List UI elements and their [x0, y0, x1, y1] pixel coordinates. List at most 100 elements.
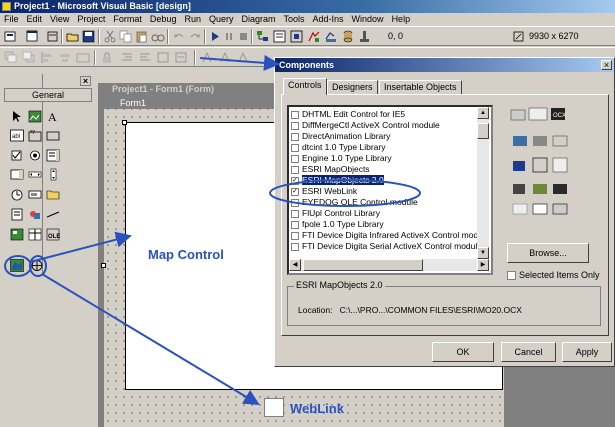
item-checkbox[interactable] — [291, 121, 299, 130]
menu-project[interactable]: Project — [73, 13, 109, 26]
cancel-button[interactable]: Cancel — [501, 342, 556, 362]
pointer-icon[interactable] — [10, 110, 24, 123]
list-item[interactable]: DirectAnimation Library — [291, 131, 477, 142]
uncomment-block-icon[interactable] — [174, 51, 188, 64]
filelistbox-icon[interactable] — [10, 208, 24, 221]
vscrollbar-icon[interactable] — [46, 168, 60, 181]
scroll-right-arrow-icon[interactable]: ▶ — [477, 259, 489, 271]
list-horizontal-scrollbar[interactable]: ◀ ▶ — [289, 259, 489, 271]
menu-format[interactable]: Format — [109, 13, 146, 26]
checkbox-box[interactable] — [507, 271, 516, 281]
apply-button[interactable]: Apply — [562, 342, 612, 362]
item-checkbox-checked[interactable]: ✓ — [291, 187, 299, 196]
menu-debug[interactable]: Debug — [146, 13, 181, 26]
menu-addins[interactable]: Add-Ins — [309, 13, 348, 26]
item-checkbox-checked[interactable]: ✓ — [291, 176, 299, 185]
shape-tool-icon[interactable] — [28, 208, 42, 221]
drivelistbox-icon[interactable] — [28, 188, 42, 201]
object-browser-icon[interactable] — [307, 30, 321, 43]
checkbox-tool-icon[interactable] — [10, 149, 24, 162]
data-tool-icon[interactable] — [28, 228, 42, 241]
bring-to-front-icon[interactable] — [4, 51, 18, 64]
tab-designers[interactable]: Designers — [327, 80, 378, 94]
next-bookmark-icon[interactable] — [218, 51, 232, 64]
indent-icon[interactable] — [120, 51, 134, 64]
save-icon[interactable] — [82, 30, 96, 43]
menu-window[interactable]: Window — [348, 13, 388, 26]
menu-tools[interactable]: Tools — [280, 13, 309, 26]
toolbox-close-button[interactable]: × — [80, 76, 91, 86]
list-item[interactable]: EYEDOG OLE Control module — [291, 197, 477, 208]
list-item[interactable]: ✓ ESRI WebLink — [291, 186, 477, 197]
scroll-down-arrow-icon[interactable]: ▼ — [477, 247, 489, 259]
components-list[interactable]: DHTML Edit Control for IE5 DiffMergeCtl … — [287, 105, 493, 275]
list-item[interactable]: fpole 1.0 Type Library — [291, 219, 477, 230]
scroll-left-arrow-icon[interactable]: ◀ — [289, 259, 301, 271]
comment-block-icon[interactable] — [156, 51, 170, 64]
stop-icon[interactable] — [236, 30, 250, 43]
weblink-control-instance[interactable] — [264, 398, 284, 417]
lock-controls-icon[interactable] — [100, 51, 114, 64]
tab-insertable-objects[interactable]: Insertable Objects — [379, 80, 462, 94]
item-checkbox[interactable] — [291, 143, 299, 152]
picturebox-icon[interactable] — [28, 110, 42, 123]
align-icon[interactable] — [40, 51, 54, 64]
item-checkbox[interactable] — [291, 231, 299, 240]
find-icon[interactable] — [151, 30, 165, 43]
form-layout-icon[interactable] — [290, 30, 304, 43]
list-item[interactable]: ESRI MapObjects — [291, 164, 477, 175]
list-item[interactable]: Engine 1.0 Type Library — [291, 153, 477, 164]
list-vertical-scrollbar[interactable]: ▲ ▼ — [477, 107, 489, 259]
resize-handle-left[interactable] — [101, 263, 106, 268]
redo-icon[interactable] — [188, 30, 202, 43]
prev-bookmark-icon[interactable] — [236, 51, 250, 64]
scroll-thumb[interactable] — [477, 123, 489, 139]
open-folder-icon[interactable] — [66, 30, 80, 43]
item-checkbox[interactable] — [291, 165, 299, 174]
properties-window-icon[interactable] — [273, 30, 287, 43]
frame-tool-icon[interactable]: xy — [28, 129, 42, 142]
run-icon[interactable] — [208, 30, 222, 43]
break-icon[interactable] — [222, 30, 236, 43]
item-checkbox[interactable] — [291, 242, 299, 251]
center-icon[interactable] — [58, 51, 72, 64]
menu-view[interactable]: View — [46, 13, 73, 26]
make-same-size-icon[interactable] — [76, 51, 90, 64]
resize-handle-top-left[interactable] — [122, 120, 127, 125]
command-button-icon[interactable] — [46, 129, 60, 142]
paste-icon[interactable] — [135, 30, 149, 43]
listbox-tool-icon[interactable] — [10, 168, 24, 181]
ok-button[interactable]: OK — [432, 342, 494, 362]
hscrollbar-icon[interactable] — [28, 168, 42, 181]
menu-run[interactable]: Run — [180, 13, 205, 26]
outdent-icon[interactable] — [138, 51, 152, 64]
menu-file[interactable]: File — [0, 13, 23, 26]
ole-tool-icon[interactable]: OLE — [46, 228, 60, 241]
item-checkbox[interactable] — [291, 132, 299, 141]
option-button-icon[interactable] — [28, 149, 42, 162]
scroll-up-arrow-icon[interactable]: ▲ — [477, 107, 489, 119]
browse-button[interactable]: Browse... — [507, 243, 589, 263]
line-tool-icon[interactable] — [46, 208, 60, 221]
menu-editor-icon[interactable] — [46, 30, 60, 43]
send-to-back-icon[interactable] — [22, 51, 36, 64]
list-item[interactable]: FTI Device Digita Serial ActiveX Control… — [291, 241, 477, 252]
add-form-icon[interactable] — [26, 30, 40, 43]
copy-icon[interactable] — [119, 30, 133, 43]
cut-icon[interactable] — [103, 30, 117, 43]
image-tool-icon[interactable] — [10, 228, 24, 241]
menu-query[interactable]: Query — [205, 13, 238, 26]
timer-icon[interactable] — [10, 188, 24, 201]
undo-icon[interactable] — [172, 30, 186, 43]
add-project-icon[interactable] — [4, 30, 18, 43]
map-control-icon[interactable] — [10, 259, 24, 272]
list-item[interactable]: DiffMergeCtl ActiveX Control module — [291, 120, 477, 131]
list-item[interactable]: DHTML Edit Control for IE5 — [291, 109, 477, 120]
project-explorer-icon[interactable] — [256, 30, 270, 43]
menu-edit[interactable]: Edit — [23, 13, 47, 26]
list-item[interactable]: FlUpl Control Library — [291, 208, 477, 219]
tab-controls[interactable]: Controls — [283, 78, 327, 95]
hscroll-thumb[interactable] — [303, 259, 423, 271]
dialog-close-button[interactable]: × — [601, 60, 612, 70]
selected-items-only-checkbox[interactable]: Selected Items Only — [507, 270, 600, 281]
